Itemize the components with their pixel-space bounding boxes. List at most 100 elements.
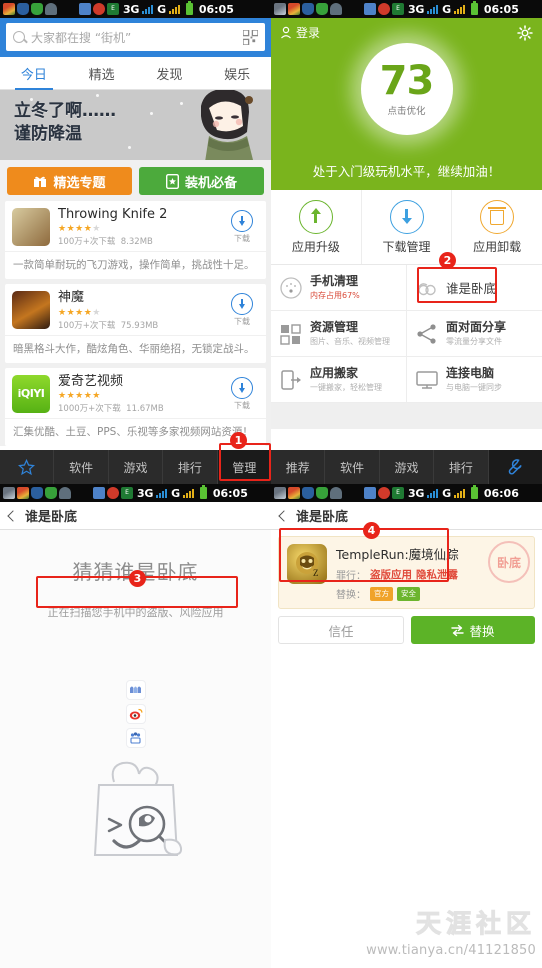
swap-icon [451, 624, 465, 636]
tab-ranking[interactable]: 排行 [434, 450, 489, 484]
clock-label: 06:05 [198, 2, 234, 16]
network-type-1: 3G [137, 486, 154, 500]
tool-connect-pc[interactable]: 连接电脑 与电脑一键同步 [407, 357, 542, 402]
app-description: 暗黑格斗大作，酷炫角色、华丽绝招，无锁定战斗。 [5, 334, 266, 363]
tool-phone-clean[interactable]: 手机清理 内存占用67% [271, 265, 407, 310]
app-description: 一款简单耐玩的飞刀游戏，操作简单，挑战性十足。 [5, 251, 266, 279]
action-label: 应用卸载 [473, 240, 522, 254]
app-card[interactable]: iQIYI 爱奇艺视频 ★★★★★ 1000万+次下载 11.67MB 下载 汇… [5, 367, 266, 446]
tab-tools[interactable] [488, 450, 542, 484]
app-description: 汇集优酷、土豆、PPS、乐视等多家视频网站资源！ [5, 417, 266, 446]
gallery-icon [17, 487, 29, 499]
network-type-1: 3G [408, 486, 425, 500]
tool-app-move[interactable]: 应用搬家 一键搬家，轻松管理 [271, 357, 407, 402]
action-label: 下载管理 [382, 240, 431, 254]
spy-icon [418, 282, 436, 295]
tab-manage[interactable]: 管理 [217, 450, 271, 484]
scan-illustration [81, 680, 191, 864]
optimization-score-ball[interactable]: 73 点击优化 [360, 43, 453, 135]
status-mid-icons: E 3G G 06:05 [79, 1, 234, 16]
photo-icon [3, 487, 15, 499]
login-button[interactable]: 登录 [280, 24, 320, 41]
promo-banner[interactable]: 立冬了啊…… 谨防降温 [0, 90, 271, 160]
signal-bars-1 [142, 4, 154, 14]
app-downloads: 1000万+次下载 [58, 403, 121, 414]
risk-replace-row: 替换： 官方 安全 [336, 586, 526, 601]
download-button[interactable]: 下载 [225, 376, 259, 411]
tab-entertainment[interactable]: 娱乐 [203, 57, 271, 89]
app-downloads: 100万+次下载 [58, 237, 116, 248]
tab-featured[interactable]: 精选 [68, 57, 136, 89]
gear-icon[interactable] [517, 24, 533, 41]
gift-icon [34, 176, 47, 187]
nav-title: 谁是卧底 [296, 510, 349, 525]
download-button[interactable]: 下载 [225, 210, 259, 244]
signal-bars-1 [427, 488, 439, 498]
search-icon [13, 31, 25, 43]
score-value: 73 [379, 58, 435, 104]
shield-blue-icon [31, 487, 43, 499]
screenshot-collage: E 3G G 06:05 大家都在搜 “街机” 今日 精选 发现 娱乐 立冬了啊… [0, 0, 542, 968]
network-type-2: G [442, 2, 451, 16]
status-left-icons [274, 487, 342, 499]
tool-resource-manager[interactable]: 资源管理 图片、音乐、视频管理 [271, 311, 407, 356]
featured-topics-button[interactable]: 精选专题 [7, 167, 132, 195]
tab-discover[interactable]: 发现 [136, 57, 204, 89]
tool-who-is-spy[interactable]: 谁是卧底 [407, 265, 542, 310]
trash-circle-icon [480, 200, 515, 234]
tool-face-to-face-share[interactable]: 面对面分享 零流量分享文件 [407, 311, 542, 356]
tab-today[interactable]: 今日 [0, 57, 68, 90]
tab-favorites[interactable] [0, 450, 55, 484]
status-bar-panel2: E 3G G 06:05 [271, 0, 542, 18]
panel-spy-scanning: E 3G G 06:05 谁是卧底 猜猜谁是卧底 正在扫描您手机中的盗版、风险应… [0, 484, 271, 968]
gallery-icon [288, 3, 300, 15]
app-icon: iQIYI [12, 374, 50, 413]
tab-games[interactable]: 游戏 [380, 450, 435, 484]
download-label: 下载 [234, 234, 250, 244]
status-left-icons [3, 487, 71, 499]
app-card[interactable]: Throwing Knife 2 ★★★★★ 100万+次下载 8.32MB 下… [5, 201, 266, 280]
category-tabs: 今日 精选 发现 娱乐 [0, 57, 271, 90]
camera-icon [79, 3, 91, 15]
replace-button[interactable]: 替换 [411, 616, 535, 644]
app-icon [12, 291, 50, 330]
network-type-1: 3G [408, 2, 425, 16]
tool-title: 谁是卧底 [446, 281, 497, 296]
must-have-apps-button[interactable]: 装机必备 [139, 167, 264, 195]
annotation-number-3: 3 [129, 570, 146, 587]
download-label: 下载 [234, 317, 250, 327]
qr-code-icon[interactable] [243, 29, 258, 45]
trust-button[interactable]: 信任 [278, 616, 404, 644]
tab-software[interactable]: 软件 [325, 450, 380, 484]
risk-app-card[interactable]: Z TempleRun:魔境仙踪 罪行： 盗版应用 隐私泄露 替换： 官方 安全… [278, 536, 535, 609]
search-input[interactable]: 大家都在搜 “街机” [6, 23, 265, 51]
network-type-1: 3G [123, 2, 140, 16]
must-have-apps-label: 装机必备 [184, 175, 237, 191]
app-size: 8.32MB [120, 237, 153, 248]
action-app-uninstall[interactable]: 应用卸载 [452, 190, 542, 264]
tab-software[interactable]: 软件 [54, 450, 109, 484]
action-app-upgrade[interactable]: 应用升级 [271, 190, 362, 264]
tool-title: 连接电脑 [446, 366, 495, 380]
battery-icon [470, 485, 478, 499]
crime-2: 隐私泄露 [416, 569, 458, 581]
app-size: 11.67MB [126, 403, 164, 414]
chevron-left-icon[interactable] [278, 509, 290, 522]
tab-ranking[interactable]: 排行 [163, 450, 218, 484]
gallery-icon [3, 3, 15, 15]
status-mid-icons: E 3G G 06:05 [364, 1, 519, 16]
shield-green-icon [316, 487, 328, 499]
featured-topics-label: 精选专题 [53, 175, 106, 191]
shield-green-icon [316, 3, 328, 15]
tab-recommend[interactable]: 推荐 [271, 450, 326, 484]
tab-games[interactable]: 游戏 [109, 450, 164, 484]
download-button[interactable]: 下载 [225, 293, 259, 327]
badge-safe: 安全 [397, 586, 420, 601]
crime-1: 盗版应用 [370, 569, 412, 581]
share-icon [417, 323, 436, 344]
action-download-manager[interactable]: 下载管理 [362, 190, 453, 264]
shield-blue-icon [17, 3, 29, 15]
chevron-left-icon[interactable] [7, 509, 19, 522]
shield-green-icon [31, 3, 43, 15]
app-card[interactable]: 神魔 ★★★★★ 100万+次下载 75.93MB 下载 暗黑格斗大作，酷炫角色… [5, 284, 266, 363]
